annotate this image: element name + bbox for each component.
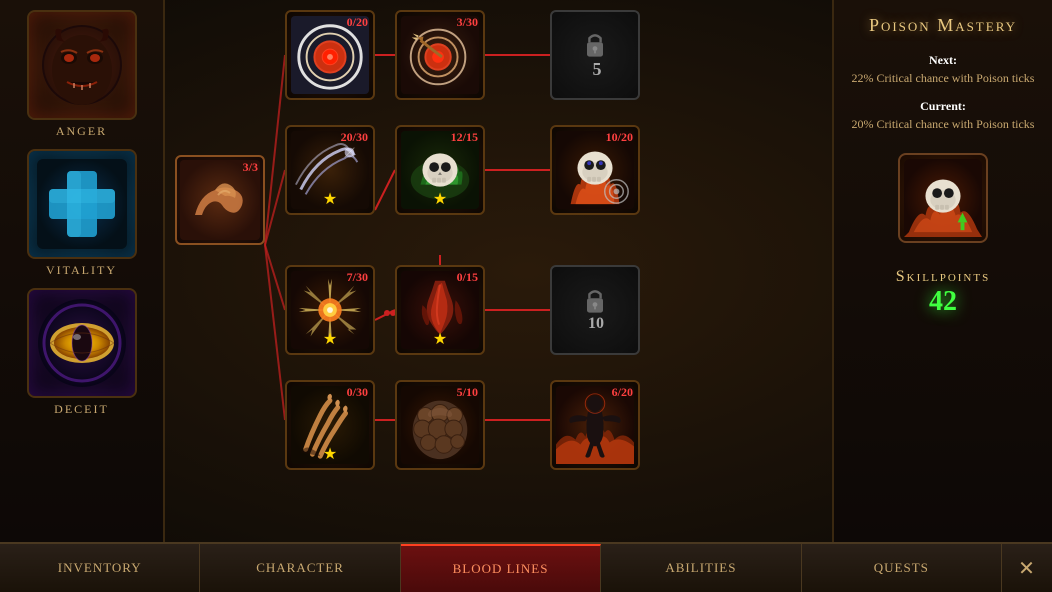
- node-r4c2[interactable]: 5/10: [395, 380, 485, 470]
- next-label: Next:: [929, 53, 957, 67]
- node-r3c3[interactable]: 10: [550, 265, 640, 355]
- nav-close[interactable]: ✕: [1002, 544, 1052, 592]
- stat-vitality[interactable]: Vitality: [5, 149, 158, 278]
- next-text: 22% Critical chance with Poison ticks: [852, 71, 1035, 85]
- node-r2c3[interactable]: 10/20: [550, 125, 640, 215]
- anger-icon: [27, 10, 137, 120]
- nav-abilities[interactable]: Abilities: [601, 544, 801, 592]
- nav-blood-lines-label: Blood Lines: [453, 561, 549, 577]
- node-r1c2[interactable]: 3/30: [395, 10, 485, 100]
- nav-blood-lines[interactable]: Blood Lines: [401, 544, 601, 592]
- nav-character[interactable]: Character: [200, 544, 400, 592]
- deceit-label: Deceit: [54, 402, 109, 417]
- nav-inventory[interactable]: Inventory: [0, 544, 200, 592]
- skill-tree-area: 3/3 0/20: [165, 0, 832, 542]
- arm-node[interactable]: 3/3: [175, 155, 265, 245]
- node-r2c1[interactable]: 20/30 ★: [285, 125, 375, 215]
- node-r1c3-lock: 5: [593, 59, 602, 80]
- nav-abilities-label: Abilities: [665, 560, 736, 576]
- anger-face-svg: [37, 20, 127, 110]
- node-r2c2[interactable]: 12/15 ★: [395, 125, 485, 215]
- vitality-icon: [27, 149, 137, 259]
- arm-count: 3/3: [243, 160, 258, 175]
- node-r4c1-count: 0/30: [347, 385, 368, 400]
- nav-inventory-label: Inventory: [58, 560, 142, 576]
- deceit-svg: [37, 298, 127, 388]
- nav-close-label: ✕: [1018, 556, 1036, 581]
- left-panel: Anger Vitality: [0, 0, 165, 542]
- stat-anger[interactable]: Anger: [5, 10, 158, 139]
- node-r2c1-count: 20/30: [341, 130, 368, 145]
- node-r2c1-star: ★: [323, 189, 337, 209]
- nav-bar: Inventory Character Blood Lines Abilitie…: [0, 542, 1052, 592]
- node-r4c1-star: ★: [323, 444, 337, 464]
- right-panel-title: Poison Mastery: [869, 15, 1017, 36]
- skill-preview: [898, 153, 988, 243]
- node-r3c1-star: ★: [323, 329, 337, 349]
- anger-label: Anger: [56, 124, 107, 139]
- node-r3c1-count: 7/30: [347, 270, 368, 285]
- right-panel: Poison Mastery Next: 22% Critical chance…: [832, 0, 1052, 542]
- skill-preview-svg: [904, 159, 982, 237]
- node-r1c1[interactable]: 0/20: [285, 10, 375, 100]
- node-r4c3-count: 6/20: [612, 385, 633, 400]
- node-r1c3[interactable]: 5: [550, 10, 640, 100]
- deceit-icon: [27, 288, 137, 398]
- vitality-label: Vitality: [46, 263, 117, 278]
- skill-connections: [165, 0, 832, 542]
- node-r3c1[interactable]: 7/30 ★: [285, 265, 375, 355]
- vitality-svg: [37, 159, 127, 249]
- node-r2c2-count: 12/15: [451, 130, 478, 145]
- node-r3c2[interactable]: 0/15 ★: [395, 265, 485, 355]
- skillpoints-value: 42: [929, 286, 957, 318]
- next-desc: Next: 22% Critical chance with Poison ti…: [852, 51, 1035, 87]
- node-r3c2-count: 0/15: [457, 270, 478, 285]
- node-r4c2-count: 5/10: [457, 385, 478, 400]
- node-r3c3-lock: 10: [588, 315, 604, 333]
- nav-quests[interactable]: Quests: [802, 544, 1002, 592]
- node-r2c2-star: ★: [433, 189, 447, 209]
- current-desc: Current: 20% Critical chance with Poison…: [852, 97, 1035, 133]
- lock-svg-r3c3: [583, 287, 607, 315]
- node-r4c3[interactable]: 6/20: [550, 380, 640, 470]
- node-r3c2-star: ★: [433, 329, 447, 349]
- node-r1c2-count: 3/30: [457, 15, 478, 30]
- lock-svg-r1c3: [583, 31, 607, 59]
- skillpoints-label: Skillpoints: [896, 268, 990, 286]
- node-r1c1-count: 0/20: [347, 15, 368, 30]
- current-text: 20% Critical chance with Poison ticks: [852, 117, 1035, 131]
- stat-deceit[interactable]: Deceit: [5, 288, 158, 417]
- current-label: Current:: [920, 99, 966, 113]
- nav-character-label: Character: [256, 560, 344, 576]
- node-r2c3-count: 10/20: [606, 130, 633, 145]
- nav-quests-label: Quests: [874, 560, 929, 576]
- skill-tree-inner: 3/3 0/20: [165, 0, 832, 542]
- node-r4c1[interactable]: 0/30 ★: [285, 380, 375, 470]
